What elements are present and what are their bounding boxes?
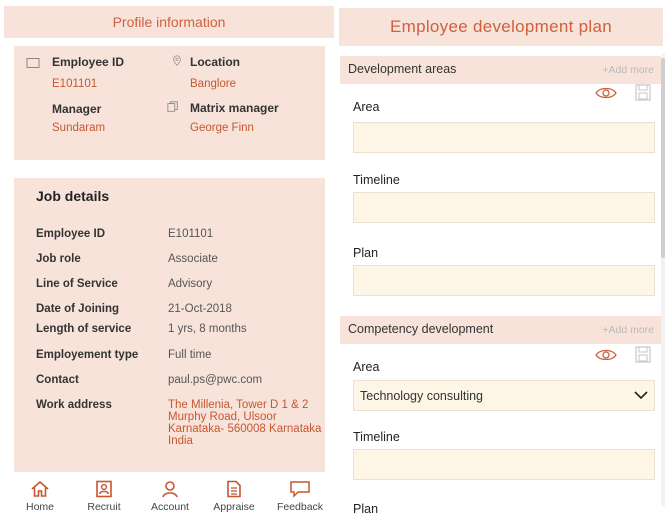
job-row-label: Employement type [36, 349, 139, 361]
contact-email-link[interactable]: paul.ps@pwc.com [168, 374, 262, 386]
matrix-manager-label: Matrix manager [190, 101, 279, 115]
job-row-label: Length of service [36, 323, 132, 335]
employee-id-label: Employee ID [52, 55, 125, 69]
dev-area-label: Area [353, 100, 380, 114]
competency-add-more-button[interactable]: +Add more [602, 324, 654, 336]
recruit-icon [96, 480, 112, 498]
id-card-icon [26, 58, 40, 68]
save-icon[interactable] [635, 84, 651, 101]
competency-timeline-label: Timeline [353, 430, 400, 444]
nav-appraise-label: Appraise [213, 501, 255, 513]
nav-feedback-label: Feedback [276, 501, 324, 513]
chevron-down-icon [634, 391, 648, 400]
development-plan-header: Employee development plan [339, 8, 663, 46]
feedback-icon [290, 481, 310, 498]
profile-header-title: Profile information [112, 14, 226, 30]
location-value: Banglore [190, 78, 237, 90]
development-plan-title: Employee development plan [389, 17, 613, 36]
profile-panel: Profile information Employee ID E101101 … [0, 0, 334, 514]
job-details-title: Job details [36, 188, 110, 204]
dev-plan-input[interactable] [353, 265, 655, 296]
dev-plan-label: Plan [353, 246, 379, 260]
appraise-icon [227, 480, 241, 498]
development-areas-header: Development areas +Add more [340, 56, 662, 84]
employee-id-value: E101101 [52, 78, 98, 90]
job-row-label: Job role [36, 253, 81, 265]
job-row-value: 21-Oct-2018 [168, 303, 232, 315]
profile-card: Employee ID E101101 Location Banglore Ma… [14, 46, 325, 160]
manager-label: Manager [52, 102, 102, 116]
competency-plan-label: Plan [353, 502, 379, 514]
dev-areas-add-more-button[interactable]: +Add more [602, 64, 654, 76]
job-row-value: Full time [168, 349, 212, 361]
nav-recruit-label: Recruit [87, 501, 121, 513]
competency-development-title: Competency development [348, 322, 494, 336]
job-row-label: Line of Service [36, 278, 118, 290]
development-plan-panel: Employee development plan Development ar… [337, 0, 665, 514]
location-label: Location [190, 55, 240, 69]
competency-timeline-input[interactable] [353, 449, 655, 480]
competency-area-selected: Technology consulting [360, 388, 483, 403]
job-row-label: Employee ID [36, 228, 106, 240]
eye-icon[interactable] [595, 86, 617, 100]
job-row-value: 1 yrs, 8 months [168, 323, 247, 335]
home-icon [31, 480, 49, 497]
job-row-label: Contact [36, 374, 79, 386]
dev-timeline-label: Timeline [353, 173, 400, 187]
scrollbar-thumb[interactable] [661, 58, 665, 258]
manager-value: Sundaram [52, 122, 106, 134]
job-row-value: E101101 [168, 228, 214, 240]
competency-area-label: Area [353, 360, 380, 374]
nav-recruit[interactable]: Recruit [74, 480, 134, 513]
nav-account[interactable]: Account [140, 480, 200, 513]
job-row-value: Advisory [168, 278, 213, 290]
job-row-value: Associate [168, 253, 218, 265]
competency-development-header: Competency development +Add more [340, 316, 662, 344]
nav-appraise[interactable]: Appraise [204, 480, 264, 513]
bottom-nav: Home Recruit Account Appraise Feedback [0, 474, 333, 514]
nav-home[interactable]: Home [10, 480, 70, 513]
job-row-label: Date of Joining [36, 303, 120, 315]
nav-home-label: Home [25, 501, 54, 513]
account-icon [162, 481, 178, 498]
dev-area-input[interactable] [353, 122, 655, 153]
competency-area-select[interactable]: Technology consulting [353, 380, 655, 411]
job-row-label: Work address [36, 399, 112, 411]
eye-icon[interactable] [595, 348, 617, 362]
work-address-value: The Millenia, Tower D 1 & 2 Murphy Road,… [168, 399, 322, 447]
nav-account-label: Account [151, 501, 189, 513]
matrix-manager-value: George Finn [190, 122, 254, 134]
nav-feedback[interactable]: Feedback [270, 480, 330, 513]
dev-timeline-input[interactable] [353, 192, 655, 223]
copy-icon [167, 101, 178, 112]
job-details-card: Job details Employee ID E101101 Job role… [14, 178, 325, 472]
profile-header: Profile information [4, 6, 334, 38]
development-areas-title: Development areas [348, 62, 457, 76]
save-icon[interactable] [635, 346, 651, 363]
location-pin-icon [173, 55, 181, 66]
